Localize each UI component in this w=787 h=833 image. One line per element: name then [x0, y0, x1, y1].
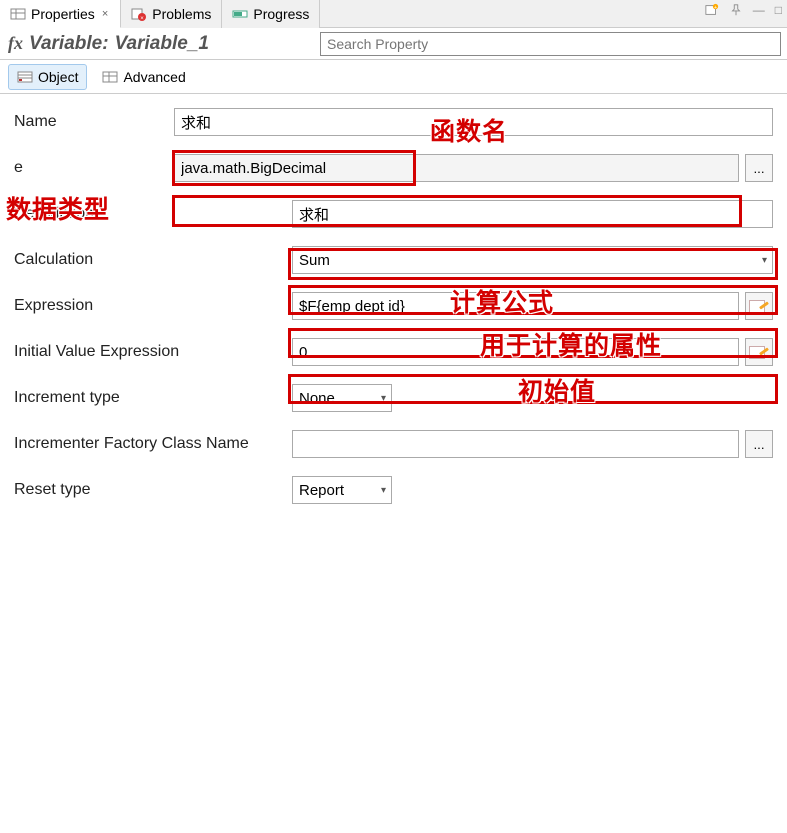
edit-expression-button[interactable]: [745, 292, 773, 320]
row-initial-value: Initial Value Expression: [14, 338, 773, 366]
row-calculation: Calculation Sum: [14, 246, 773, 274]
input-initial-value[interactable]: [292, 338, 739, 366]
tab-properties[interactable]: Properties ×: [0, 0, 121, 28]
tab-close-button[interactable]: ×: [100, 8, 110, 20]
mode-object-label: Object: [38, 69, 78, 85]
browse-incrementer-button[interactable]: ...: [745, 430, 773, 458]
properties-header: fx Variable: Variable_1: [0, 28, 787, 60]
mode-object[interactable]: Object: [8, 64, 87, 90]
row-increment-type: Increment type None: [14, 384, 773, 412]
row-incrementer-factory: Incrementer Factory Class Name ...: [14, 430, 773, 458]
tab-progress-label: Progress: [253, 6, 309, 22]
select-increment-type[interactable]: None: [292, 384, 392, 412]
tab-progress[interactable]: Progress: [222, 0, 320, 28]
minimize-icon[interactable]: —: [753, 3, 765, 20]
label-name: Name: [14, 113, 174, 131]
advanced-mode-icon: [102, 69, 118, 85]
tab-problems[interactable]: × Problems: [121, 0, 222, 28]
input-description[interactable]: [292, 200, 773, 228]
view-tabs: Properties × × Problems Progress + — □: [0, 0, 787, 28]
object-mode-icon: [17, 69, 33, 85]
select-calculation[interactable]: Sum: [292, 246, 773, 274]
label-description: Description: [14, 205, 292, 223]
label-value-class-name: e: [14, 159, 174, 177]
edit-icon: [749, 298, 769, 314]
maximize-icon[interactable]: □: [775, 3, 782, 20]
input-incrementer-factory[interactable]: [292, 430, 739, 458]
new-view-icon[interactable]: +: [705, 3, 719, 20]
problems-icon: ×: [131, 6, 147, 22]
header-title-prefix: Variable:: [29, 33, 109, 55]
input-value-class-name[interactable]: [174, 154, 739, 182]
search-property-input[interactable]: [320, 32, 781, 56]
tab-problems-label: Problems: [152, 6, 211, 22]
row-expression: Expression: [14, 292, 773, 320]
edit-icon: [749, 344, 769, 360]
properties-form: Name e ... Description Calculation Sum E…: [0, 94, 787, 504]
tab-properties-label: Properties: [31, 6, 95, 22]
fx-icon: fx: [8, 33, 23, 54]
svg-text:+: +: [714, 5, 717, 11]
mode-advanced[interactable]: Advanced: [93, 64, 194, 90]
tab-controls: + — □: [705, 3, 782, 20]
input-expression[interactable]: [292, 292, 739, 320]
label-calculation: Calculation: [14, 251, 292, 269]
browse-value-class-button[interactable]: ...: [745, 154, 773, 182]
row-description: Description: [14, 200, 773, 228]
label-initial-value: Initial Value Expression: [14, 343, 292, 361]
select-reset-type[interactable]: Report: [292, 476, 392, 504]
pin-icon[interactable]: [729, 3, 743, 20]
row-value-class: e ...: [14, 154, 773, 182]
mode-advanced-label: Advanced: [123, 69, 185, 85]
input-name[interactable]: [174, 108, 773, 136]
edit-initial-value-button[interactable]: [745, 338, 773, 366]
row-reset-type: Reset type Report: [14, 476, 773, 504]
progress-icon: [232, 6, 248, 22]
mode-bar: Object Advanced: [0, 60, 787, 94]
label-incrementer-factory: Incrementer Factory Class Name: [14, 435, 292, 453]
label-increment-type: Increment type: [14, 389, 292, 407]
label-reset-type: Reset type: [14, 481, 292, 499]
header-title-value: Variable_1: [115, 33, 209, 55]
svg-text:×: ×: [140, 16, 144, 22]
properties-icon: [10, 6, 26, 22]
label-expression: Expression: [14, 297, 292, 315]
row-name: Name: [14, 108, 773, 136]
